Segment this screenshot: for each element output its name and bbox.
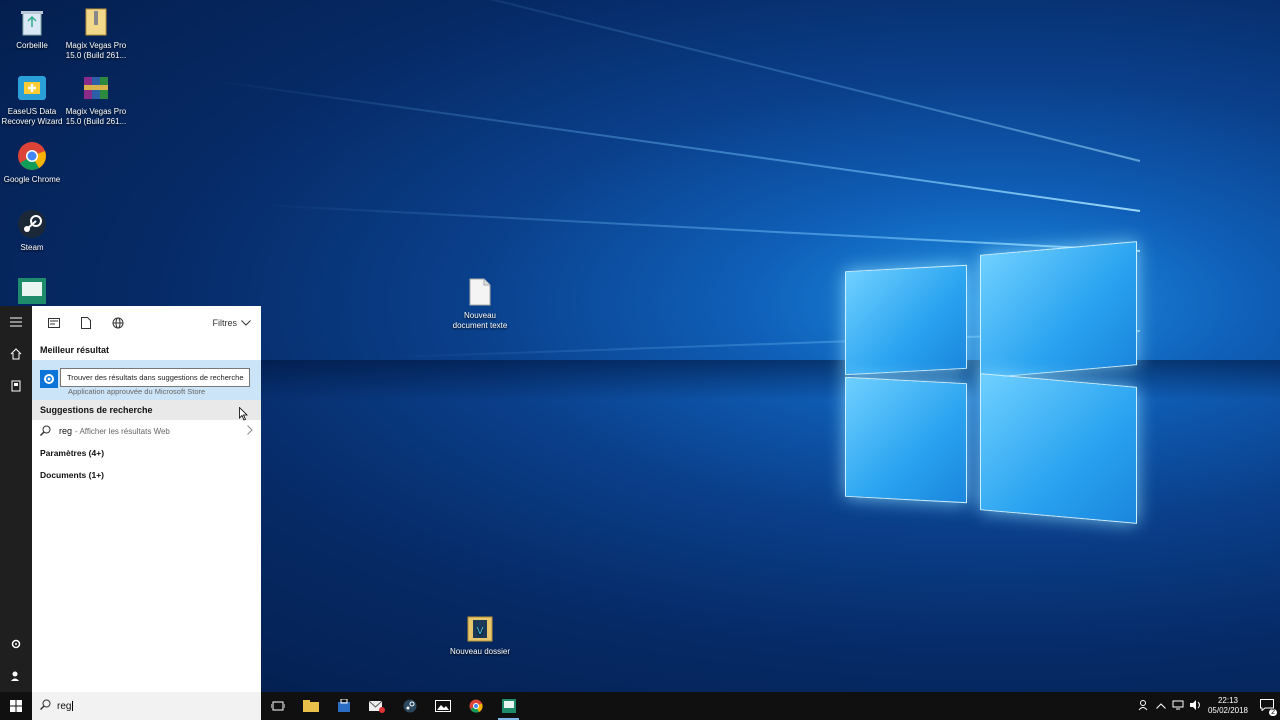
taskbar: reg 22:13 05/02/2018 2 <box>0 692 1280 720</box>
file-explorer-icon[interactable] <box>294 692 327 720</box>
mail-app-icon[interactable] <box>360 692 393 720</box>
documents-filter-icon[interactable] <box>70 306 102 340</box>
web-suggestion-item[interactable]: reg - Afficher les résultats Web <box>32 420 261 442</box>
recycle-bin-icon <box>16 6 48 38</box>
settings-gear-icon <box>40 370 58 388</box>
filters-label: Filtres <box>212 318 238 328</box>
suggestion-hint: - Afficher les résultats Web <box>75 426 170 436</box>
monitor-app-taskbar-icon[interactable] <box>492 692 525 720</box>
photos-app-icon[interactable] <box>426 692 459 720</box>
mouse-cursor-icon <box>239 406 249 426</box>
folder-icon: V <box>464 612 496 644</box>
volume-icon[interactable] <box>1189 700 1202 712</box>
search-filter-bar: Filtres <box>32 306 261 340</box>
desktop-icon-label: Nouveau document texte <box>452 311 508 330</box>
task-view-icon[interactable] <box>261 692 294 720</box>
desktop-icon-vegas-2[interactable]: Magix Vegas Pro 15.0 (Build 261... <box>64 72 128 127</box>
settings-gear-icon[interactable] <box>0 628 32 660</box>
notification-count-badge: 2 <box>1269 709 1277 716</box>
start-button[interactable] <box>0 692 32 720</box>
text-file-icon <box>464 276 496 308</box>
clock-time: 22:13 <box>1217 696 1238 705</box>
chevron-right-icon[interactable] <box>247 424 253 438</box>
desktop-icon-new-folder[interactable]: V Nouveau dossier <box>448 612 512 657</box>
category-documents[interactable]: Documents (1+) <box>32 464 261 486</box>
store-app-icon[interactable] <box>327 692 360 720</box>
taskbar-search-box[interactable]: reg <box>32 692 261 720</box>
desktop-icon-label: Magix Vegas Pro 15.0 (Build 261... <box>65 107 127 126</box>
best-result-subtitle: Application approuvée du Microsoft Store <box>68 387 206 396</box>
clock[interactable]: 22:13 05/02/2018 <box>1208 696 1248 716</box>
desktop-icon-chrome[interactable]: Google Chrome <box>0 140 64 185</box>
desktop-icon-label: Google Chrome <box>3 175 61 184</box>
desktop-icon-label: EaseUS Data Recovery Wizard <box>1 107 63 126</box>
desktop-icon-label: Magix Vegas Pro 15.0 (Build 261... <box>65 41 127 60</box>
action-center-icon[interactable]: 2 <box>1260 699 1277 716</box>
steam-icon <box>16 208 48 240</box>
web-filter-globe-icon[interactable] <box>102 306 134 340</box>
people-icon[interactable] <box>1138 699 1150 713</box>
desktop-icon-label: Nouveau dossier <box>449 647 511 656</box>
search-panel: Filtres Meilleur résultat Application ap… <box>32 306 261 692</box>
start-rail <box>0 306 32 692</box>
desktop-icon-label: Corbeille <box>16 41 48 50</box>
chevron-up-icon[interactable] <box>1156 702 1166 711</box>
suggestion-query: reg <box>59 426 73 436</box>
suggestions-heading: Suggestions de recherche <box>32 400 261 420</box>
windows-icon <box>10 700 22 712</box>
home-icon[interactable] <box>0 338 32 370</box>
monitor-app-icon <box>16 275 48 307</box>
clock-date: 05/02/2018 <box>1207 706 1248 715</box>
hamburger-menu-icon[interactable] <box>0 306 32 338</box>
easeus-icon <box>16 72 48 104</box>
search-icon <box>39 699 51 713</box>
chrome-taskbar-icon[interactable] <box>459 692 492 720</box>
chevron-down-icon <box>241 318 251 328</box>
notebook-icon[interactable] <box>0 370 32 402</box>
desktop-icon-steam[interactable]: Steam <box>0 208 64 253</box>
svg-text:V: V <box>477 626 484 637</box>
category-settings[interactable]: Paramètres (4+) <box>32 442 261 464</box>
network-icon[interactable] <box>1172 700 1184 712</box>
search-input[interactable]: reg <box>57 700 74 712</box>
best-result-item[interactable]: Application approuvée du Microsoft Store… <box>32 360 261 400</box>
system-tray: 22:13 05/02/2018 2 <box>1138 696 1280 716</box>
search-icon <box>39 425 51 438</box>
desktop-icon-app[interactable] <box>0 275 64 310</box>
steam-taskbar-icon[interactable] <box>393 692 426 720</box>
desktop-icon-text-document[interactable]: Nouveau document texte <box>448 276 512 331</box>
chrome-icon <box>16 140 48 172</box>
search-input-value: reg <box>57 700 72 712</box>
best-result-heading: Meilleur résultat <box>40 345 110 355</box>
desktop-icon-easeus[interactable]: EaseUS Data Recovery Wizard <box>0 72 64 127</box>
desktop-icon-vegas-1[interactable]: Magix Vegas Pro 15.0 (Build 261... <box>64 6 128 61</box>
apps-filter-icon[interactable] <box>38 306 70 340</box>
feedback-icon[interactable] <box>0 660 32 692</box>
archive-file-icon <box>80 6 112 38</box>
winrar-archive-icon <box>80 72 112 104</box>
desktop-icon-recycle-bin[interactable]: Corbeille <box>0 6 64 51</box>
windows-logo-wallpaper <box>840 228 1140 528</box>
tooltip: Trouver des résultats dans suggestions d… <box>60 368 251 387</box>
desktop-icon-label: Steam <box>20 243 44 252</box>
filters-dropdown[interactable]: Filtres <box>213 318 256 328</box>
